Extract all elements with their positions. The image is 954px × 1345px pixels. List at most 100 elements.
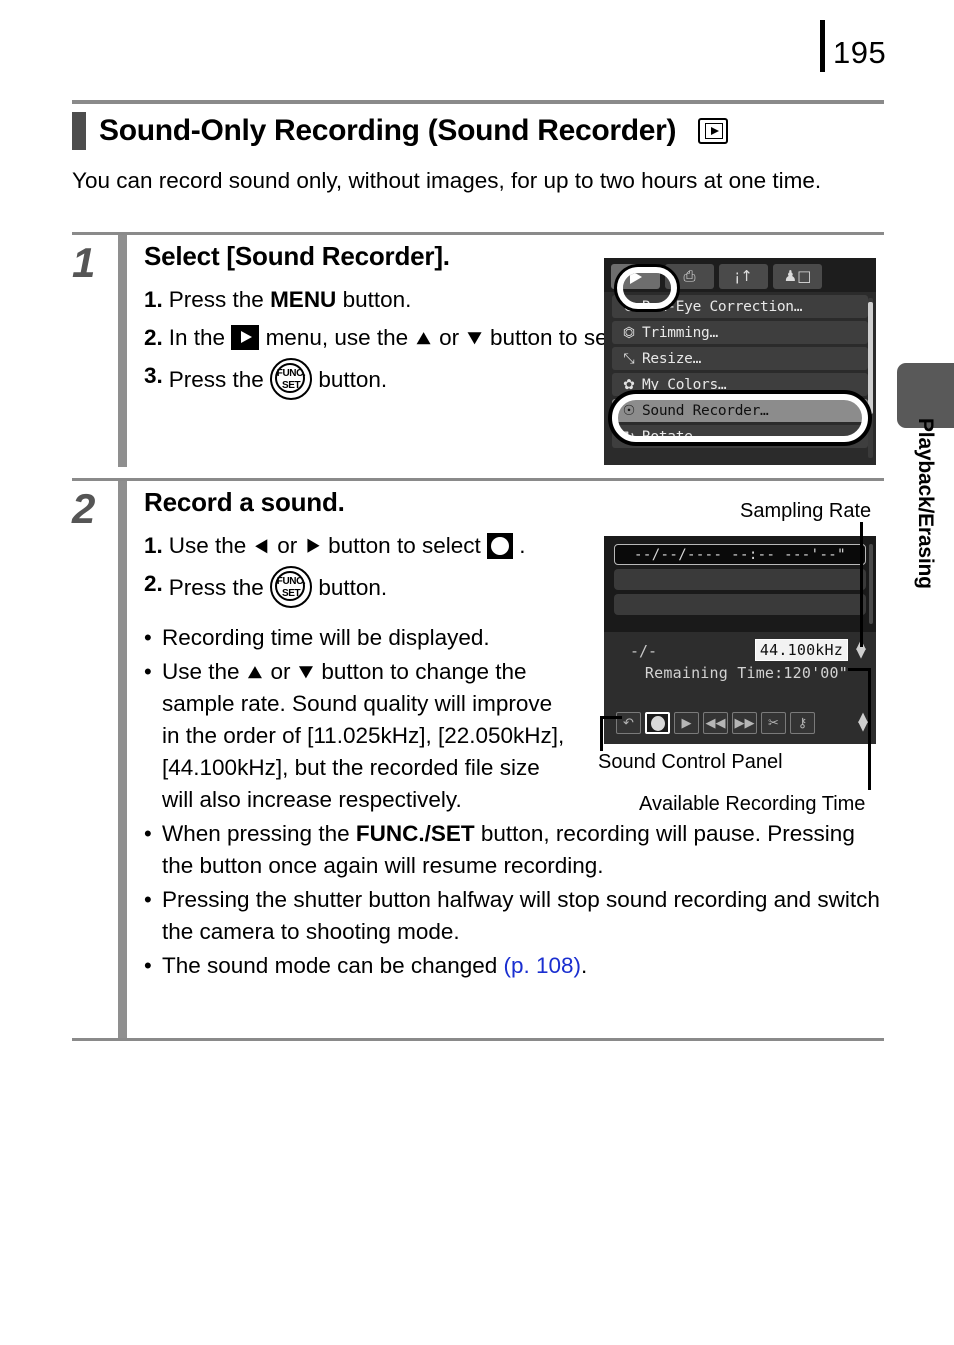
callout-sound-control-panel: Sound Control Panel xyxy=(598,751,783,773)
recorder-scrollbar[interactable] xyxy=(869,544,873,624)
step-number: 1 xyxy=(72,239,96,286)
record-button[interactable] xyxy=(645,712,670,734)
sub-step-text-pre: Use the xyxy=(168,533,253,558)
record-dot-icon xyxy=(650,715,665,731)
arrow-right-icon: ⯈ xyxy=(303,535,322,561)
arrow-down-icon: ⯆ xyxy=(465,327,484,353)
leader-line-available-recording-time-h xyxy=(848,668,871,671)
sub-step-text-pre: Press the xyxy=(168,575,271,600)
arrow-down-icon: ⯆ xyxy=(296,661,316,687)
menu-item-rotate[interactable]: ↻ Rotate… xyxy=(612,425,868,448)
playback-icon xyxy=(698,118,729,144)
note-text-post: . xyxy=(581,953,588,978)
menu-tab-my-camera[interactable]: ♟□ xyxy=(773,264,822,289)
menu-tab-playback[interactable] xyxy=(611,264,660,289)
remaining-time-value: Remaining Time:120'00" xyxy=(644,664,848,682)
rotate-icon: ↻ xyxy=(623,428,635,445)
recorder-file-list: --/--/---- --:-- ---'--" xyxy=(604,536,876,632)
note-func-set-pause: • When pressing the FUNC./SET button, re… xyxy=(144,818,884,882)
sampling-rate-value[interactable]: 44.100kHz xyxy=(754,639,848,661)
note-text-pre: When pressing the xyxy=(162,821,356,846)
sub-step-index: 2. xyxy=(144,571,163,596)
menu-item-sound-recorder[interactable]: ☉ Sound Recorder… xyxy=(612,399,868,422)
menu-item-trimming[interactable]: ⏣ Trimming… xyxy=(612,321,868,344)
play-triangle-icon xyxy=(629,269,642,284)
print-icon: ⎙ xyxy=(683,267,696,285)
menu-item-my-colors[interactable]: ✿ My Colors… xyxy=(612,373,868,396)
microphone-icon: ☉ xyxy=(622,402,636,419)
wrench-icon: ¡↑ xyxy=(734,267,753,285)
menu-button-label: MENU xyxy=(270,287,337,312)
sub-step-text-pre: Press the xyxy=(168,287,271,312)
menu-item-resize[interactable]: ⤡ Resize… xyxy=(612,347,868,370)
menu-item-label: Red-Eye Correction… xyxy=(642,298,803,315)
arrow-up-icon: ⯅ xyxy=(245,661,265,687)
menu-item-label: Trimming… xyxy=(642,324,718,341)
intro-paragraph: You can record sound only, without image… xyxy=(72,168,822,193)
sound-control-panel: ↶ ▶ ◀◀ ▶▶ ✂ ⚷ ▲ ▼ xyxy=(604,711,876,734)
recorder-empty-row xyxy=(614,569,866,590)
sub-step-index: 1. xyxy=(144,533,163,558)
note-text-mid: or xyxy=(264,659,297,684)
menu-scrollbar-thumb[interactable] xyxy=(868,302,873,414)
note-text-pre: The sound mode can be changed xyxy=(162,953,504,978)
page-title: Sound-Only Recording (Sound Recorder) xyxy=(99,114,677,147)
sub-step-text-mid: menu, use the xyxy=(259,325,415,350)
note-shutter-halfway: • Pressing the shutter button halfway wi… xyxy=(144,884,884,948)
protect-button[interactable]: ⚷ xyxy=(790,712,815,734)
erase-button[interactable]: ✂ xyxy=(761,712,786,734)
menu-tab-bar: ⎙ ¡↑ ♟□ xyxy=(604,258,876,292)
func-set-button-icon: FUNC. SET xyxy=(270,358,313,400)
camera-menu-screenshot: ⎙ ¡↑ ♟□ ⊘ Red-Eye Correction… ⏣ Trimming… xyxy=(604,258,876,465)
title-accent-bar xyxy=(72,112,86,150)
leader-line-sound-control-panel-v xyxy=(600,718,603,751)
recorder-status-area: -/- 44.100kHz ▲▼ Remaining Time:120'00" xyxy=(604,632,876,702)
section-title-block: Sound-Only Recording (Sound Recorder) xyxy=(72,100,884,151)
side-tab-label: Playback/Erasing xyxy=(914,418,938,589)
page-number: 195 xyxy=(833,35,887,70)
note-sample-rate: • Use the ⯅ or ⯆ button to change the sa… xyxy=(144,656,574,816)
menu-item-label: My Colors… xyxy=(642,376,727,393)
sub-step-text-mid2: or xyxy=(432,325,466,350)
callout-available-recording-time: Available Recording Time xyxy=(639,793,866,815)
sound-recorder-screenshot: --/--/---- --:-- ---'--" -/- 44.100kHz ▲… xyxy=(604,536,876,744)
red-eye-icon: ⊘ xyxy=(623,298,635,315)
page-header: 195 xyxy=(0,14,954,74)
menu-tab-settings[interactable]: ¡↑ xyxy=(719,264,768,289)
record-icon xyxy=(487,533,513,559)
note-sound-mode: • The sound mode can be changed (p. 108)… xyxy=(144,950,884,982)
arrow-up-icon: ⯅ xyxy=(414,327,433,353)
sub-step-text-post: button. xyxy=(312,575,388,600)
leader-line-sampling-rate xyxy=(860,522,863,647)
person-camera-icon: ♟□ xyxy=(783,267,812,285)
sub-step-text-pre: Press the xyxy=(168,367,271,392)
menu-item-red-eye-correction[interactable]: ⊘ Red-Eye Correction… xyxy=(612,295,868,318)
menu-item-list: ⊘ Red-Eye Correction… ⏣ Trimming… ⤡ Resi… xyxy=(604,292,876,448)
bottom-divider xyxy=(72,1038,884,1041)
playback-menu-icon xyxy=(231,325,260,350)
menu-item-label: Rotate… xyxy=(642,428,702,445)
leader-line-available-recording-time-v xyxy=(868,668,871,790)
page-reference-link[interactable]: (p. 108) xyxy=(504,953,582,978)
fast-forward-button[interactable]: ▶▶ xyxy=(732,712,757,734)
page-number-rule xyxy=(820,20,825,72)
sub-step-text-post: . xyxy=(513,533,526,558)
bullet-dot: • xyxy=(144,625,152,650)
rewind-button[interactable]: ◀◀ xyxy=(703,712,728,734)
sub-step-index: 2. xyxy=(144,325,163,350)
recorder-file-counter: -/- xyxy=(630,642,658,660)
menu-tab-print[interactable]: ⎙ xyxy=(665,264,714,289)
step-accent-bar xyxy=(118,235,127,467)
callout-sampling-rate: Sampling Rate xyxy=(740,500,872,522)
step-number: 2 xyxy=(72,485,96,532)
menu-item-label: Resize… xyxy=(642,350,702,367)
bullet-dot: • xyxy=(144,887,152,912)
play-button[interactable]: ▶ xyxy=(674,712,699,734)
recorder-timestamp-row: --/--/---- --:-- ---'--" xyxy=(614,544,866,565)
sub-step-index: 3. xyxy=(144,363,163,388)
sub-step-text-pre: In the xyxy=(168,325,232,350)
func-set-button-icon: FUNC. SET xyxy=(270,566,313,608)
menu-item-label: Sound Recorder… xyxy=(642,402,769,419)
title-divider xyxy=(72,100,884,104)
crop-icon: ⏣ xyxy=(622,324,636,341)
